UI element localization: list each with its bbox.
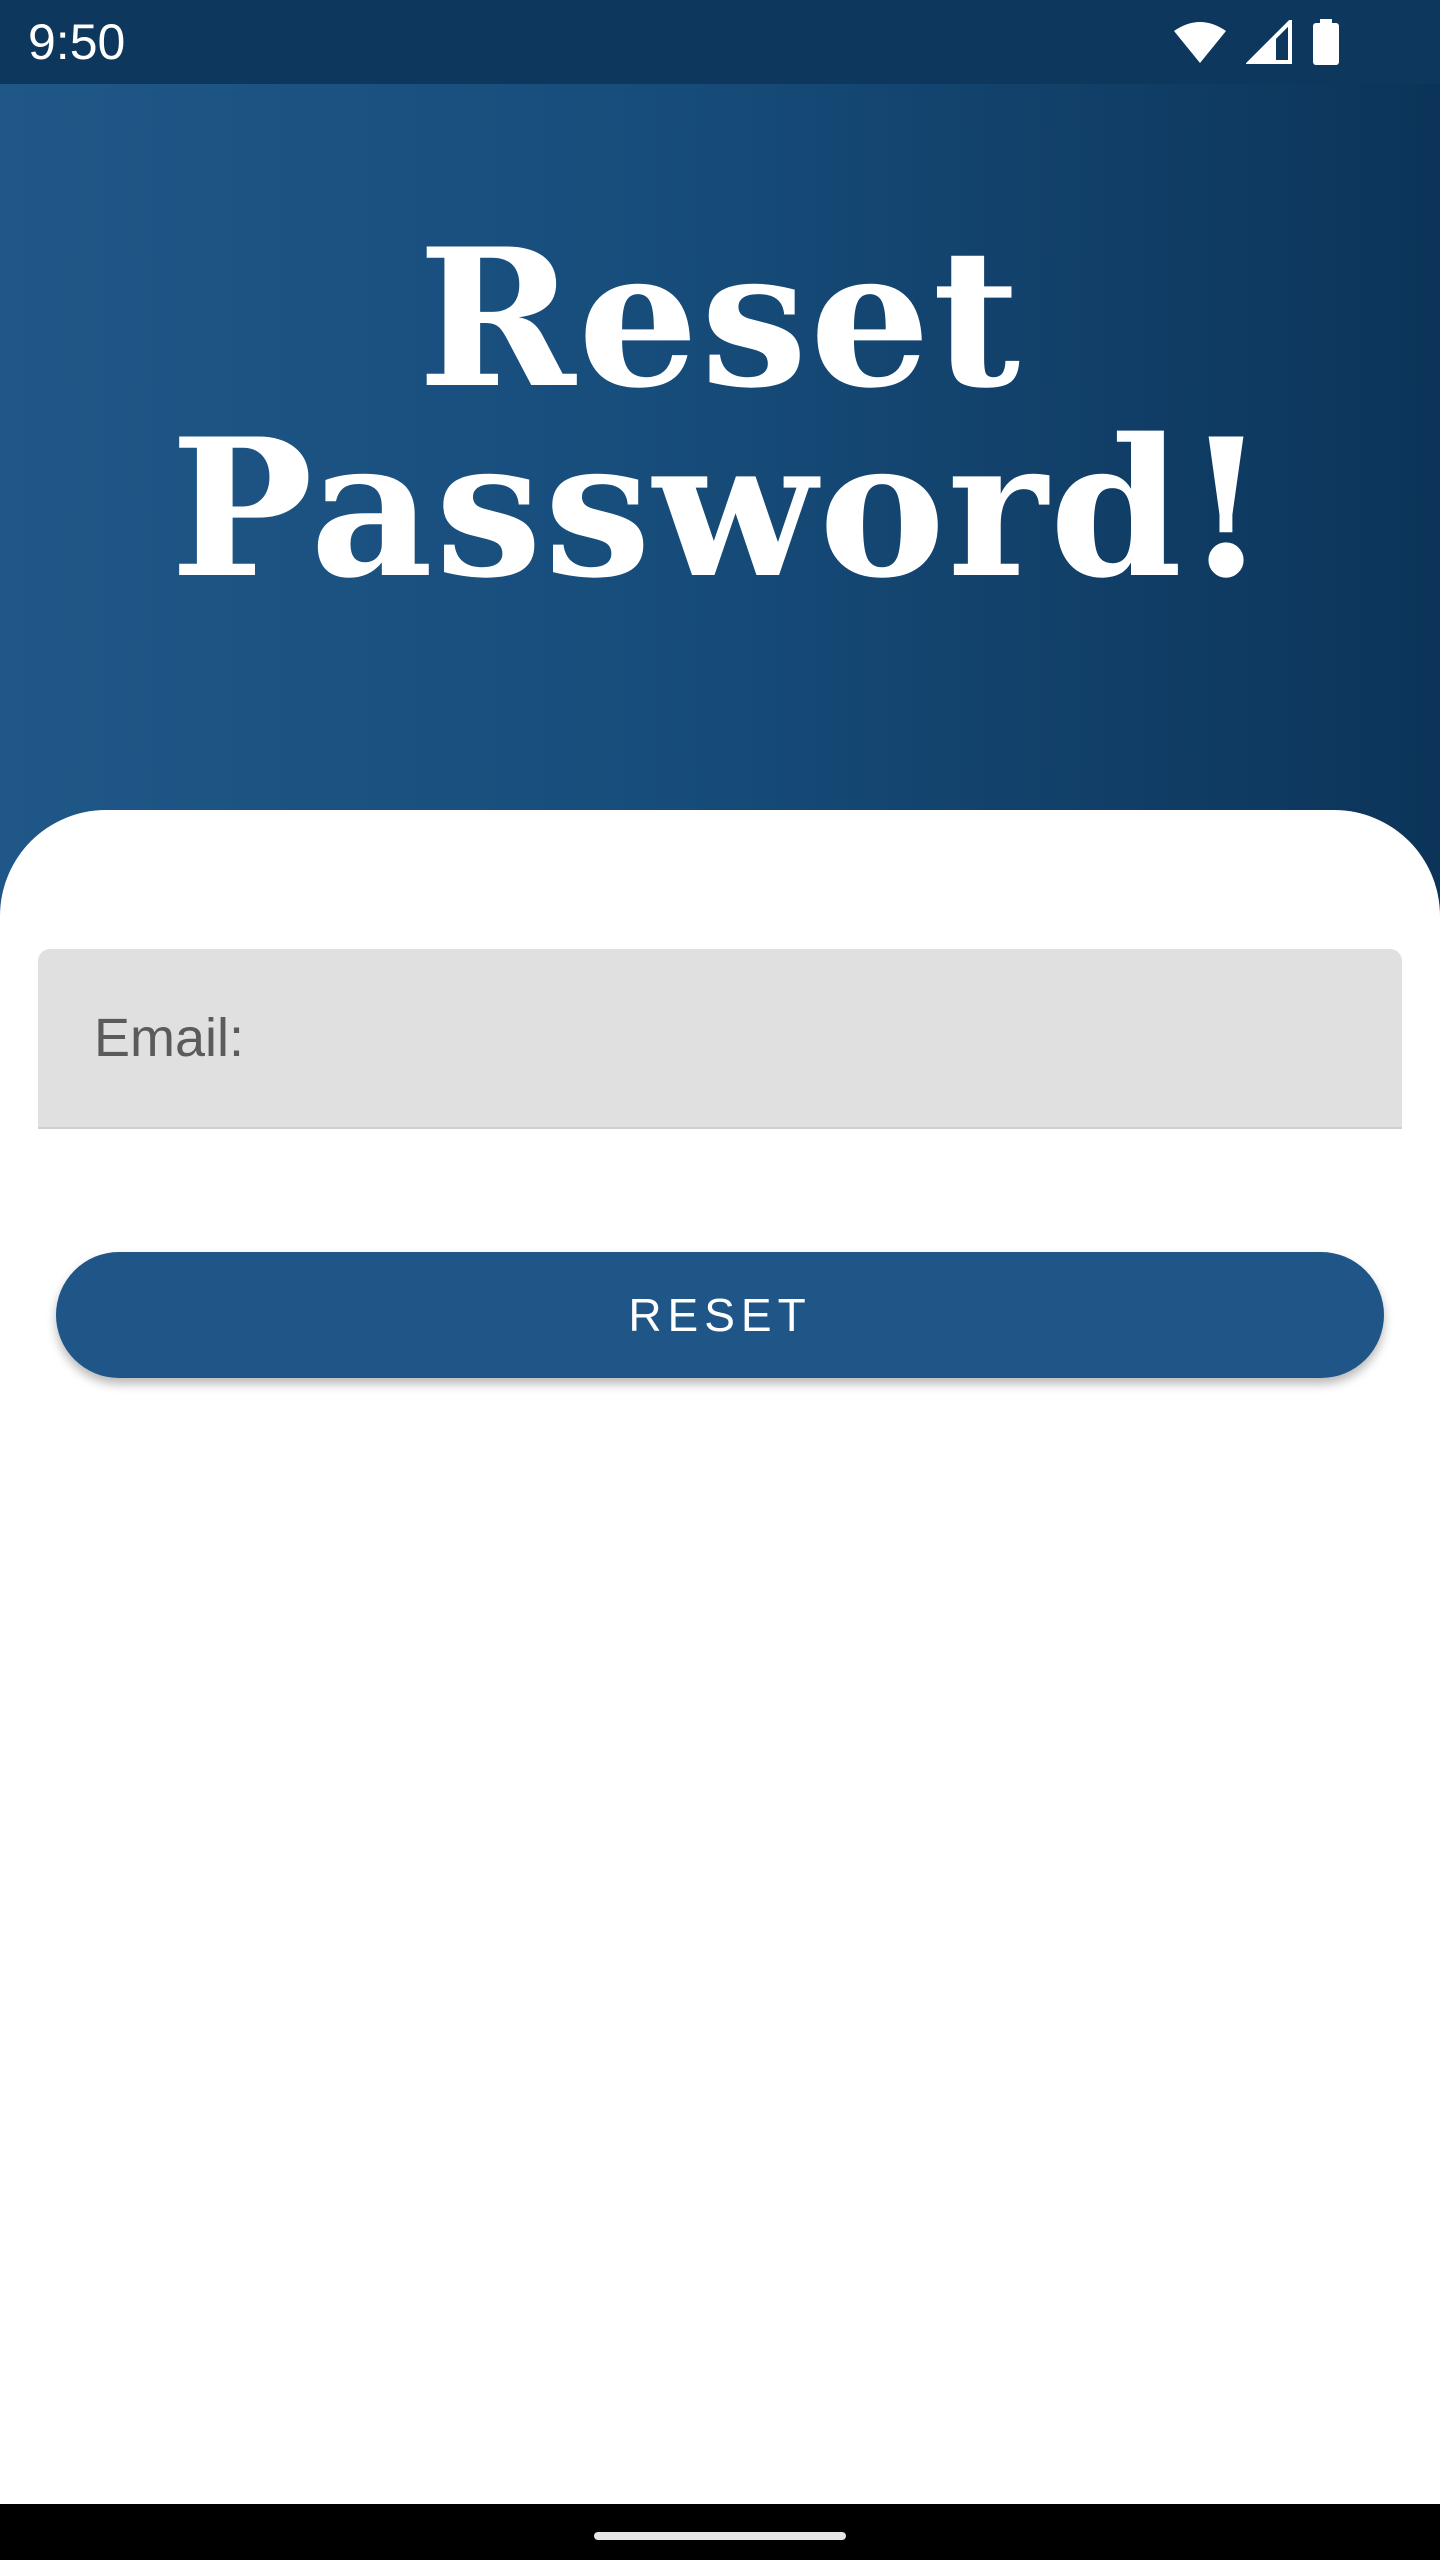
status-time: 9:50: [28, 14, 126, 70]
navigation-bar: [0, 2504, 1440, 2560]
reset-password-screen: 9:50 Reset Password! Email: RESET: [0, 0, 1440, 2560]
home-gesture-handle[interactable]: [594, 2532, 846, 2540]
title-line-password: Password!: [170, 397, 1270, 620]
email-field[interactable]: [38, 949, 1402, 1129]
signal-icon: [1246, 20, 1292, 64]
status-bar: 9:50: [0, 0, 1440, 84]
form-card: RESET: [0, 810, 1440, 2504]
title-line-reset: Reset: [417, 207, 1023, 430]
email-input[interactable]: [38, 949, 1402, 1127]
wifi-icon: [1174, 21, 1226, 63]
page-title: Reset Password!: [0, 224, 1440, 604]
battery-icon: [1312, 19, 1340, 65]
status-icons: [1174, 18, 1340, 66]
reset-button[interactable]: RESET: [56, 1252, 1384, 1378]
